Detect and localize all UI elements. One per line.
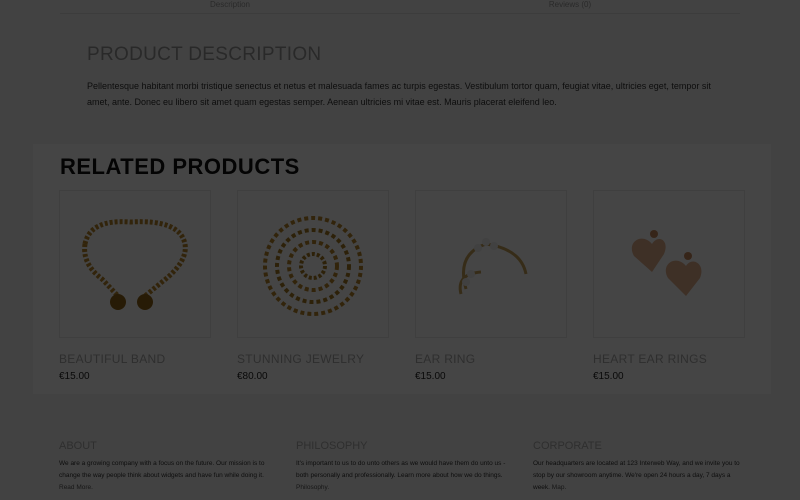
product-name[interactable]: STUNNING JEWELRY <box>237 352 389 366</box>
footer: ABOUT We are a growing company with a fo… <box>0 408 800 500</box>
gold-chain-necklace-icon <box>263 216 363 316</box>
description-section: PRODUCT DESCRIPTION Pellentesque habitan… <box>87 44 727 110</box>
product-price: €15.00 <box>415 371 446 382</box>
footer-philosophy-text: It's important to us to do unto others a… <box>296 458 511 494</box>
related-products-section: RELATED PRODUCTS BEAUTIFUL BAND €15.00 S… <box>33 144 771 394</box>
related-products-title: RELATED PRODUCTS <box>60 154 300 179</box>
product-image[interactable] <box>415 190 567 338</box>
footer-philosophy: PHILOSOPHY It's important to us to do un… <box>296 440 511 494</box>
gold-band-necklace-icon <box>82 219 188 310</box>
product-tabs: Description Reviews (0) <box>60 0 740 14</box>
footer-about-link[interactable]: Read More. <box>59 484 93 491</box>
product-image[interactable] <box>593 190 745 338</box>
product-card[interactable]: STUNNING JEWELRY €80.00 <box>237 190 389 382</box>
footer-about-text: We are a growing company with a focus on… <box>59 458 274 494</box>
product-image[interactable] <box>237 190 389 338</box>
footer-about-title: ABOUT <box>59 440 97 452</box>
footer-philosophy-link[interactable]: Philosophy. <box>296 484 329 491</box>
footer-corporate-text: Our headquarters are located at 123 Inte… <box>533 458 748 494</box>
product-name[interactable]: BEAUTIFUL BAND <box>59 352 211 366</box>
footer-corporate-title: CORPORATE <box>533 440 602 452</box>
product-name[interactable]: HEART EAR RINGS <box>593 352 745 366</box>
pearl-ear-ring-icon <box>458 238 528 295</box>
footer-philosophy-title: PHILOSOPHY <box>296 440 368 452</box>
product-name[interactable]: EAR RING <box>415 352 567 366</box>
tab-description[interactable]: Description <box>60 0 400 14</box>
product-price: €80.00 <box>237 371 268 382</box>
product-price: €15.00 <box>593 371 624 382</box>
footer-corporate: CORPORATE Our headquarters are located a… <box>533 440 748 494</box>
description-text: Pellentesque habitant morbi tristique se… <box>87 81 711 107</box>
description-title: PRODUCT DESCRIPTION <box>87 44 322 65</box>
product-card[interactable]: BEAUTIFUL BAND €15.00 <box>59 190 211 382</box>
footer-about-body: We are a growing company with a focus on… <box>59 460 265 479</box>
product-card[interactable]: EAR RING €15.00 <box>415 190 567 382</box>
tab-reviews[interactable]: Reviews (0) <box>400 0 740 14</box>
product-card[interactable]: HEART EAR RINGS €15.00 <box>593 190 745 382</box>
product-page: Description Reviews (0) PRODUCT DESCRIPT… <box>0 0 800 500</box>
product-price: €15.00 <box>59 371 90 382</box>
footer-philosophy-body: It's important to us to do unto others a… <box>296 460 506 479</box>
product-image[interactable] <box>59 190 211 338</box>
footer-corporate-link[interactable]: Map. <box>552 484 566 491</box>
heart-ear-rings-icon <box>631 230 702 296</box>
footer-about: ABOUT We are a growing company with a fo… <box>59 440 274 494</box>
